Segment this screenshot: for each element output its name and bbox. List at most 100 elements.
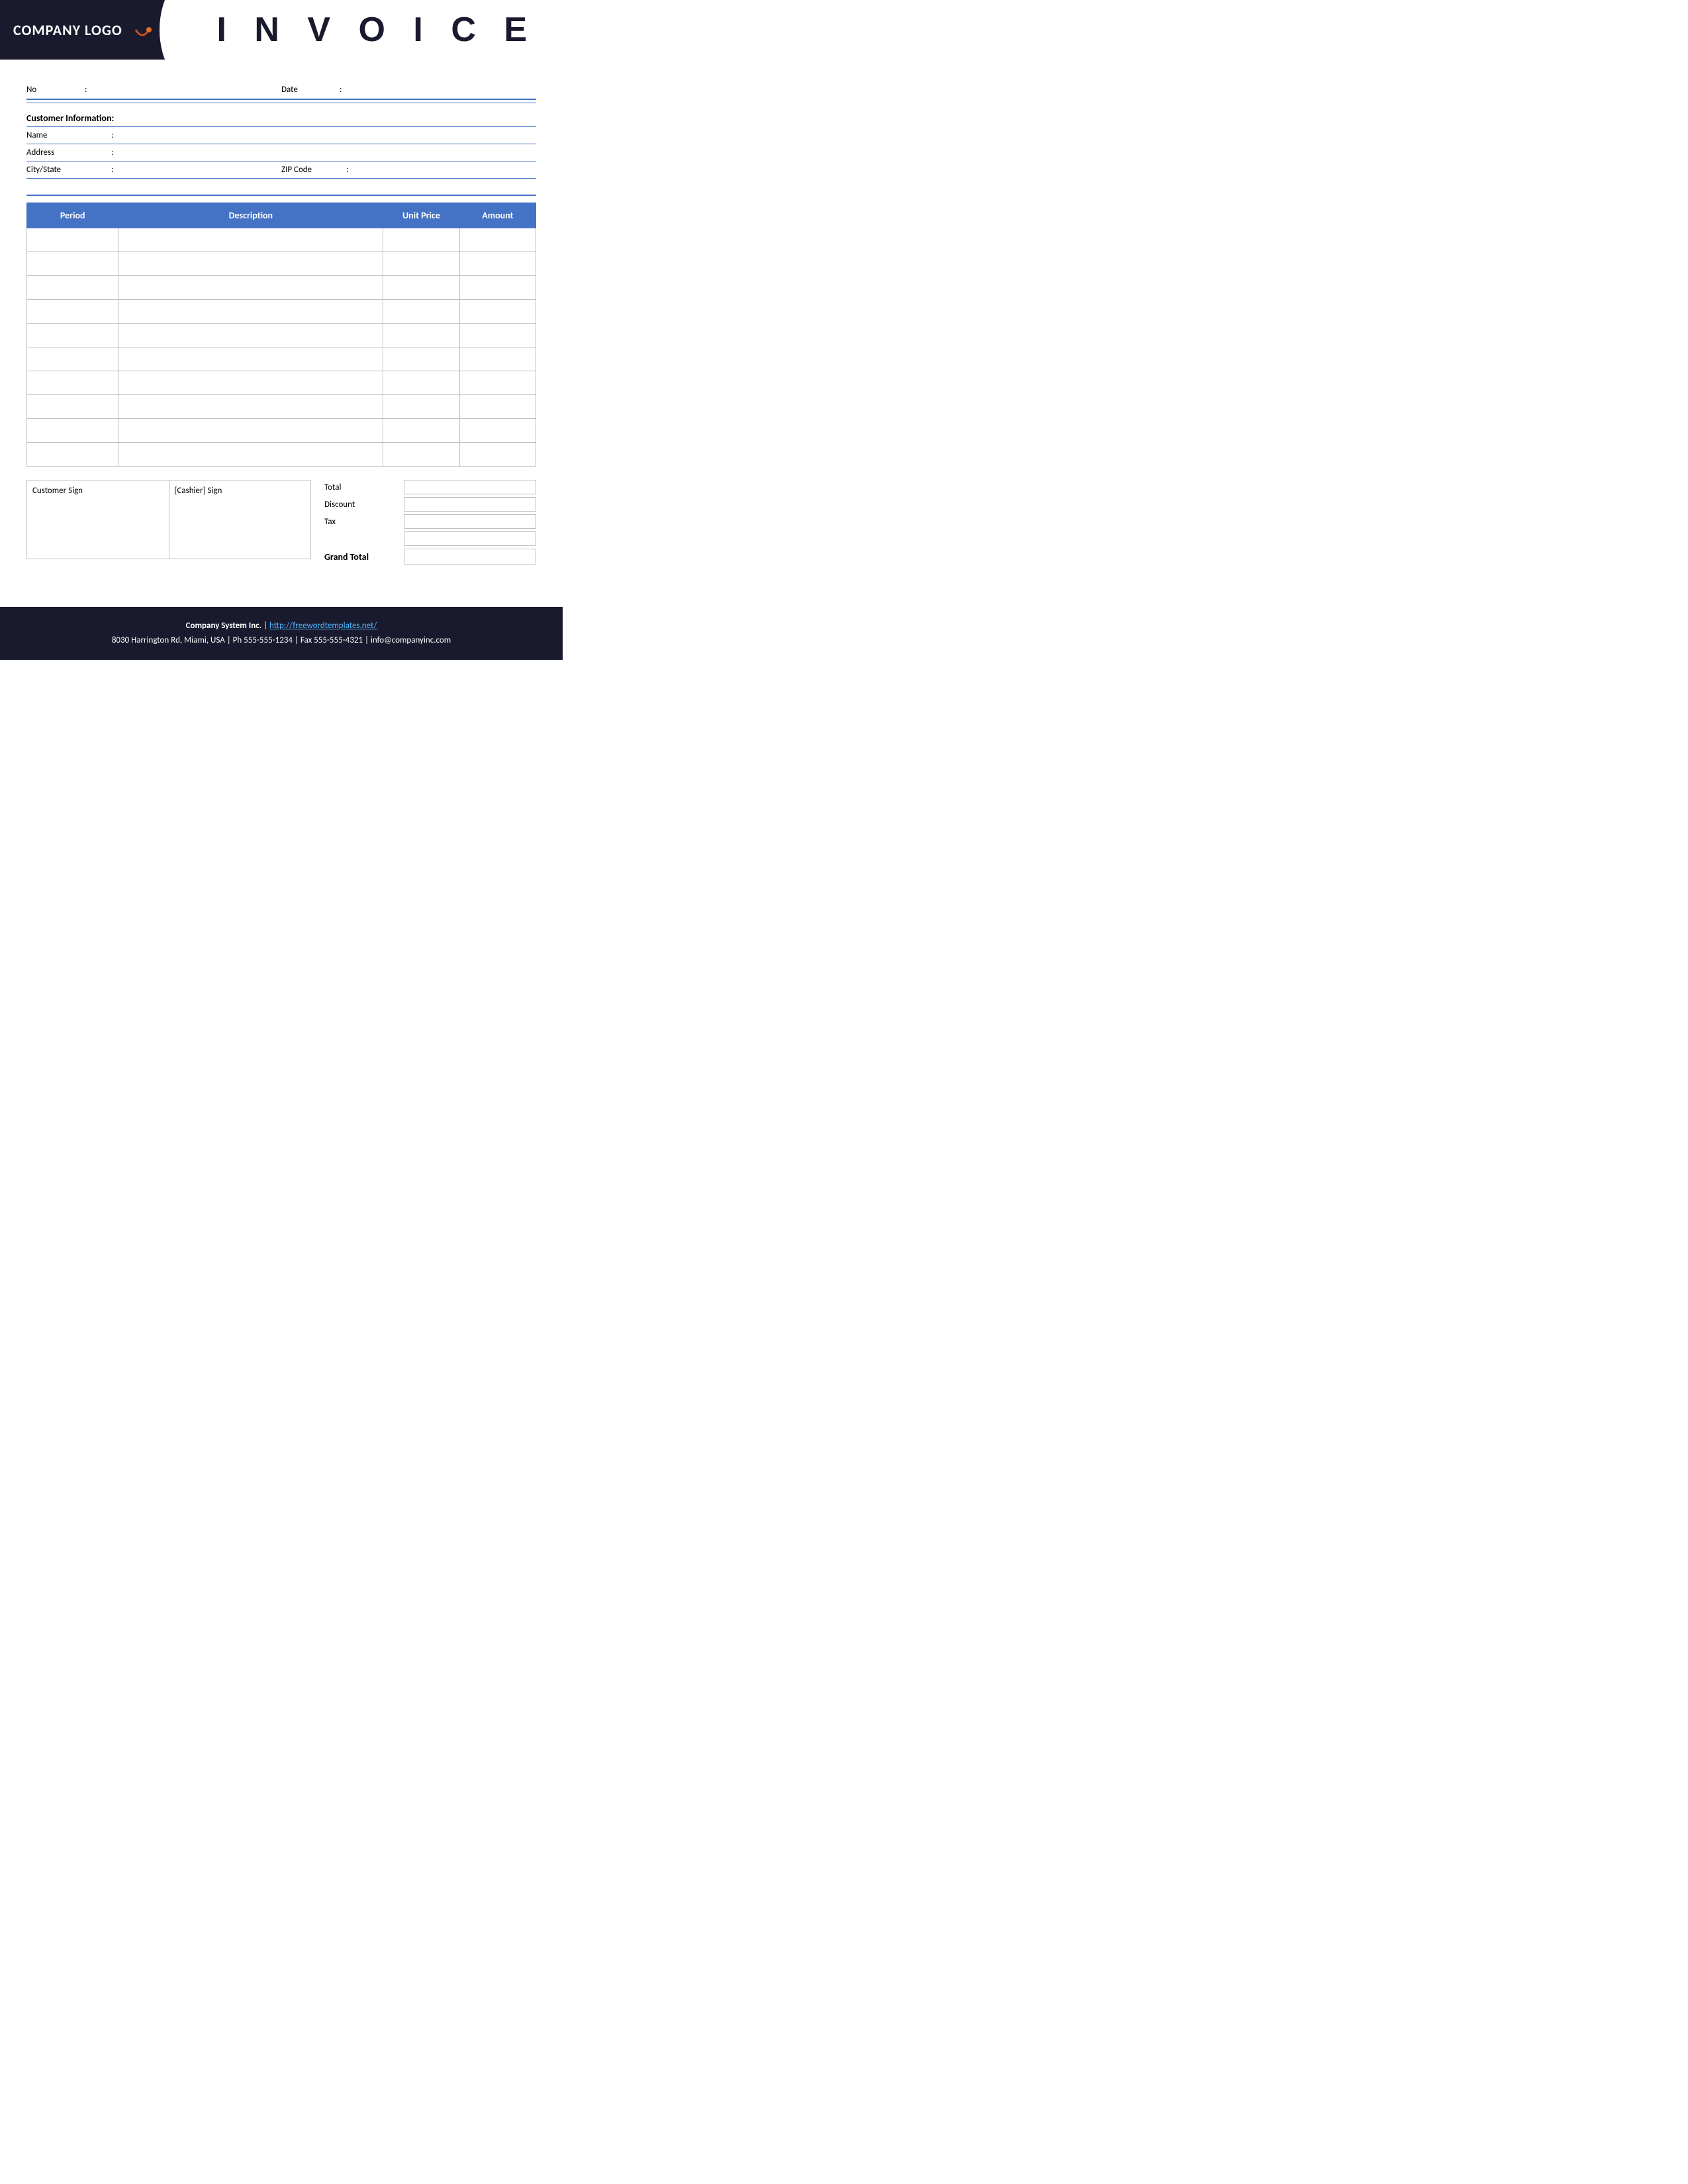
zip-label: ZIP Code — [281, 165, 341, 175]
table-cell-amount-4 — [459, 324, 536, 347]
table-cell-unit_price-9 — [383, 443, 459, 467]
table-cell-amount-3 — [459, 300, 536, 324]
table-cell-amount-5 — [459, 347, 536, 371]
sign-section: Customer Sign [Cashier] Sign — [26, 480, 311, 559]
table-cell-unit_price-5 — [383, 347, 459, 371]
divider-meta — [26, 99, 536, 100]
logo-text: COMPANY LOGO — [13, 18, 154, 42]
table-cell-amount-8 — [459, 419, 536, 443]
table-cell-unit_price-7 — [383, 395, 459, 419]
customer-name-row: Name : — [26, 127, 536, 144]
grand-total-value-box — [404, 549, 536, 565]
tax-value-box — [404, 514, 536, 529]
footer-line1: Company System Inc. | http://freewordtem… — [13, 619, 549, 633]
customer-cityzip-row: City/State : ZIP Code : — [26, 161, 536, 179]
header: COMPANY LOGO I N V O I C E — [0, 0, 563, 60]
table-row — [27, 443, 536, 467]
table-cell-description-6 — [118, 371, 383, 395]
table-cell-unit_price-1 — [383, 252, 459, 276]
table-row — [27, 228, 536, 252]
grand-total-row: Grand Total — [324, 549, 536, 565]
customer-address-row: Address : — [26, 144, 536, 161]
city-colon: : — [111, 165, 113, 175]
table-cell-description-0 — [118, 228, 383, 252]
table-cell-description-3 — [118, 300, 383, 324]
table-cell-period-3 — [27, 300, 118, 324]
cashier-sign-label: [Cashier] Sign — [175, 486, 222, 496]
invoice-table: Period Description Unit Price Amount — [26, 203, 536, 467]
extra-value-box — [404, 531, 536, 546]
customer-sign-box: Customer Sign — [26, 480, 169, 559]
table-cell-period-9 — [27, 443, 118, 467]
table-cell-unit_price-2 — [383, 276, 459, 300]
table-row — [27, 252, 536, 276]
name-colon: : — [111, 130, 113, 140]
col-amount-header: Amount — [459, 203, 536, 228]
cashier-sign-box: [Cashier] Sign — [169, 480, 312, 559]
table-cell-unit_price-0 — [383, 228, 459, 252]
table-row — [27, 371, 536, 395]
table-cell-period-0 — [27, 228, 118, 252]
table-cell-period-2 — [27, 276, 118, 300]
zip-part: ZIP Code : — [281, 165, 536, 175]
table-cell-unit_price-6 — [383, 371, 459, 395]
table-cell-amount-2 — [459, 276, 536, 300]
grand-total-label: Grand Total — [324, 551, 404, 563]
logo-area: COMPANY LOGO — [0, 0, 199, 60]
no-label: No — [26, 85, 79, 95]
customer-section: Customer Information: Name : Address : C… — [26, 110, 536, 179]
date-label: Date — [281, 85, 334, 95]
col-unit-price-header: Unit Price — [383, 203, 459, 228]
city-label: City/State — [26, 165, 106, 175]
tax-row: Tax — [324, 514, 536, 529]
tax-label: Tax — [324, 517, 404, 527]
table-cell-description-1 — [118, 252, 383, 276]
total-row: Total — [324, 480, 536, 494]
discount-label: Discount — [324, 500, 404, 510]
col-period-header: Period — [27, 203, 118, 228]
table-cell-amount-1 — [459, 252, 536, 276]
table-cell-description-5 — [118, 347, 383, 371]
invoice-no-field: No : — [26, 85, 281, 95]
table-cell-amount-0 — [459, 228, 536, 252]
invoice-title-area: I N V O I C E — [199, 0, 563, 60]
discount-row: Discount — [324, 497, 536, 512]
invoice-meta: No : Date : — [26, 85, 536, 95]
total-value-box — [404, 480, 536, 494]
name-label: Name — [26, 130, 106, 140]
table-cell-period-6 — [27, 371, 118, 395]
table-cell-period-7 — [27, 395, 118, 419]
table-row — [27, 395, 536, 419]
table-cell-unit_price-8 — [383, 419, 459, 443]
spacer1 — [26, 179, 536, 192]
table-cell-period-1 — [27, 252, 118, 276]
table-row — [27, 419, 536, 443]
invoice-title: I N V O I C E — [217, 10, 537, 50]
totals-section: Total Discount Tax Grand Total — [324, 480, 536, 567]
table-cell-period-5 — [27, 347, 118, 371]
table-cell-unit_price-4 — [383, 324, 459, 347]
table-header-row: Period Description Unit Price Amount — [27, 203, 536, 228]
table-cell-period-8 — [27, 419, 118, 443]
date-colon: : — [340, 85, 342, 95]
footer: Company System Inc. | http://freewordtem… — [0, 607, 563, 660]
invoice-date-field: Date : — [281, 85, 536, 95]
body-content: No : Date : Customer Information: Name :… — [0, 60, 563, 580]
table-cell-amount-6 — [459, 371, 536, 395]
table-cell-description-9 — [118, 443, 383, 467]
city-part: City/State : — [26, 165, 281, 175]
table-row — [27, 276, 536, 300]
divider-customer — [26, 195, 536, 196]
footer-line2: 8030 Harrington Rd, Miami, USA | Ph 555-… — [13, 633, 549, 648]
footer-company-name: Company System Inc. — [186, 621, 262, 631]
table-cell-amount-7 — [459, 395, 536, 419]
extra-row — [324, 531, 536, 546]
table-cell-description-8 — [118, 419, 383, 443]
table-row — [27, 347, 536, 371]
customer-sign-label: Customer Sign — [32, 486, 83, 496]
address-label: Address — [26, 148, 106, 158]
table-row — [27, 324, 536, 347]
footer-website[interactable]: http://freewordtemplates.net/ — [269, 621, 377, 631]
total-label: Total — [324, 482, 404, 492]
company-logo-label: COMPANY LOGO — [13, 21, 122, 39]
